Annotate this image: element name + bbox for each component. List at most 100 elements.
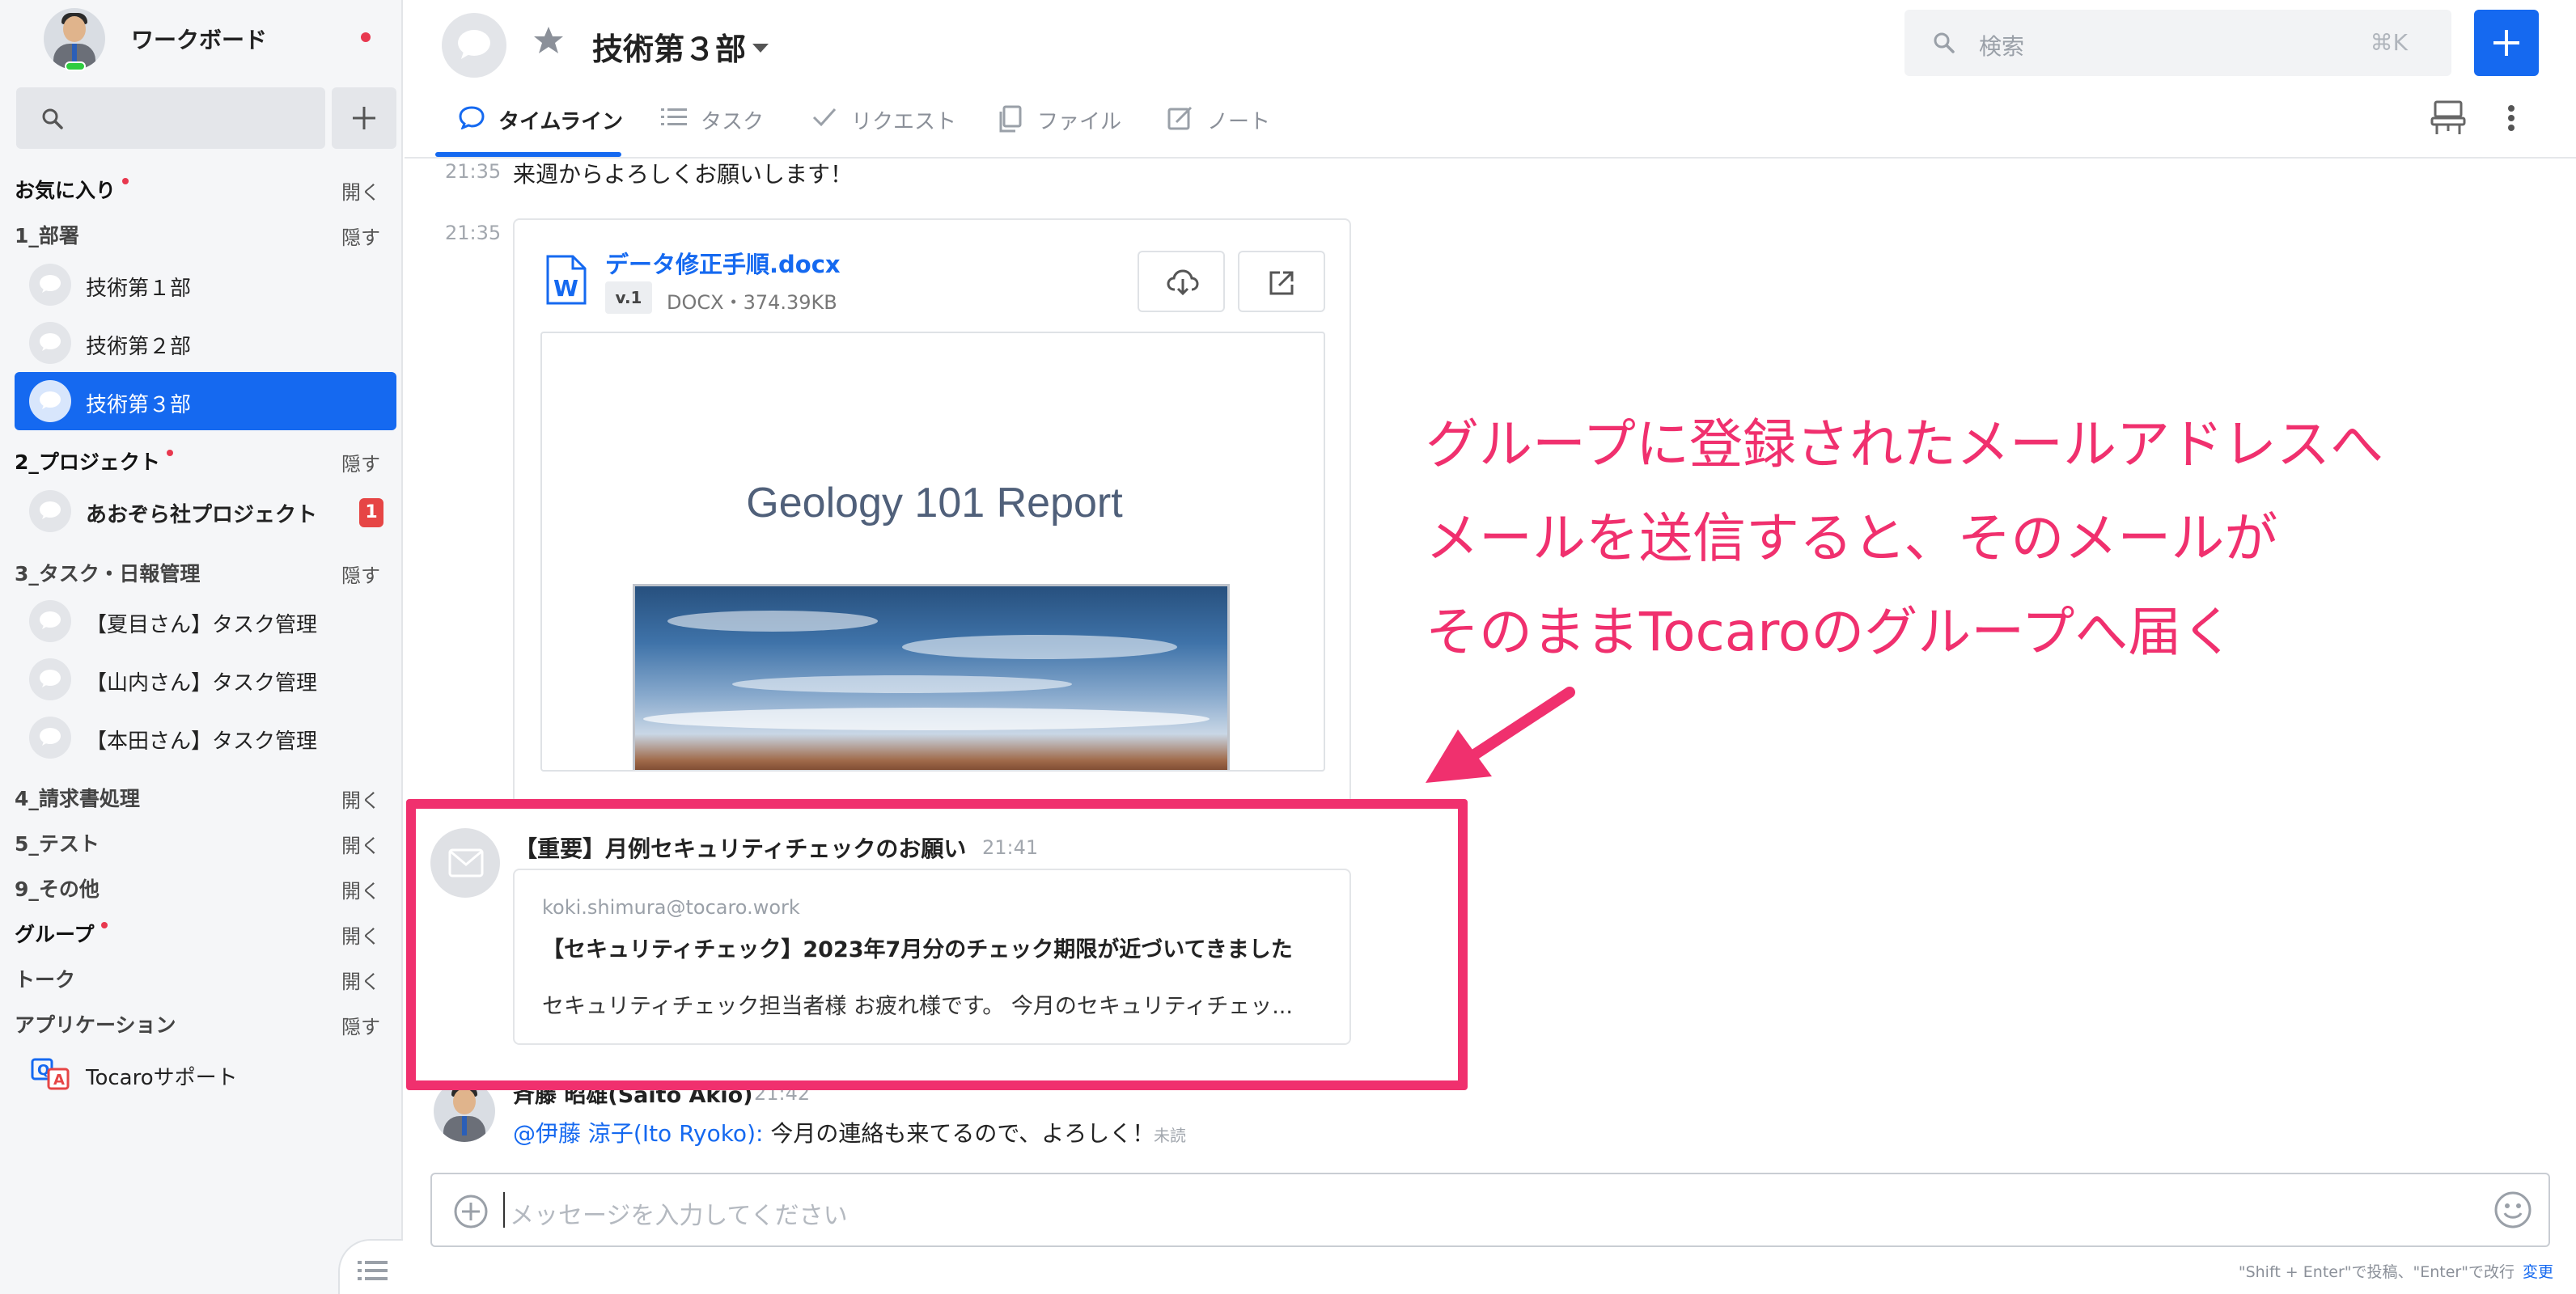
more-vertical-icon[interactable] (2503, 99, 2519, 137)
attach-plus-icon[interactable] (453, 1194, 489, 1229)
document-preview[interactable]: Geology 101 Report (540, 332, 1325, 772)
search-placeholder: 検索 (1979, 33, 2025, 60)
text-cursor (503, 1192, 505, 1228)
search-icon (42, 108, 63, 129)
annotation-line-3: そのままTocaroのグループへ届く (1426, 601, 2235, 663)
star-icon[interactable] (532, 24, 565, 57)
speech-bubble-icon (459, 106, 485, 129)
composer-hint: "Shift + Enter"で投稿、"Enter"で改行 変更 (2239, 1260, 2553, 1282)
section-dept[interactable]: 1_部署 隠す (0, 212, 403, 252)
annotation-arrow-icon (1426, 687, 1575, 783)
section-toggle[interactable]: 開く (341, 176, 380, 205)
new-post-button[interactable] (2474, 10, 2539, 76)
section-title: 9_その他 (15, 877, 100, 901)
edit-note-icon (1167, 106, 1193, 130)
section-toggle[interactable]: 開く (341, 966, 380, 994)
sidebar-item-label: 技術第３部 (86, 393, 192, 417)
section-talk[interactable]: トーク 開く (0, 956, 403, 996)
shortcut-hint: "Shift + Enter"で投稿、"Enter"で改行 (2238, 1263, 2515, 1281)
file-attachment-card[interactable]: W データ修正手順.docx v.1 DOCX・374.39KB Geology… (513, 218, 1351, 807)
section-toggle[interactable]: 隠す (341, 1011, 380, 1039)
sidebar-item-honda[interactable]: 【本田さん】タスク管理 (15, 708, 396, 767)
tab-timeline[interactable]: タイムライン (458, 100, 636, 157)
change-shortcut-link[interactable]: 変更 (2523, 1263, 2553, 1281)
unread-badge: 1 (359, 498, 383, 527)
room-header: 技術第３部 検索 ⌘K タイムライン タスク リクエスト ファイル ノート (405, 0, 2576, 159)
chat-bubble-icon (29, 264, 71, 306)
section-title: 3_タスク・日報管理 (15, 562, 201, 586)
tab-requests[interactable]: リクエスト (811, 100, 972, 157)
mention-link[interactable]: @伊藤 涼子(Ito Ryoko): (513, 1120, 763, 1147)
copy-file-icon (999, 105, 1022, 133)
file-name-link[interactable]: データ修正手順.docx (605, 246, 841, 280)
section-toggle[interactable]: 開く (341, 830, 380, 858)
section-title: トーク (15, 968, 76, 992)
section-toggle[interactable]: 開く (341, 920, 380, 949)
section-other[interactable]: 9_その他 開く (0, 865, 403, 906)
message-time: 21:35 (445, 160, 502, 183)
download-button[interactable] (1138, 251, 1225, 312)
section-title: 2_プロジェクト (15, 450, 160, 474)
section-toggle[interactable]: 隠す (341, 560, 380, 588)
section-title: お気に入り (15, 179, 117, 202)
room-avatar[interactable] (442, 13, 506, 78)
global-search-input[interactable]: 検索 ⌘K (1904, 10, 2451, 76)
tab-files[interactable]: ファイル (997, 100, 1142, 157)
plus-icon (2493, 30, 2519, 56)
section-toggle[interactable]: 隠す (341, 448, 380, 476)
open-external-button[interactable] (1238, 251, 1325, 312)
sidebar-item-tech3[interactable]: 技術第３部 (15, 372, 396, 430)
qa-icon: QA (31, 1058, 70, 1090)
message-text: @伊藤 涼子(Ito Ryoko): 今月の連絡も来てるので、よろしく！ (513, 1116, 1155, 1148)
avatar[interactable] (44, 8, 105, 70)
page-title[interactable]: 技術第３部 (592, 24, 746, 69)
sidebar-item-support[interactable]: QA Tocaroサポート (15, 1045, 396, 1103)
section-favorites[interactable]: お気に入り 開く (0, 167, 403, 207)
sidebar-menu-button[interactable] (338, 1239, 403, 1294)
section-apps[interactable]: アプリケーション 隠す (0, 1001, 403, 1042)
tab-label: タイムライン (498, 110, 624, 134)
chevron-down-icon[interactable] (751, 42, 770, 53)
section-project[interactable]: 2_プロジェクト 隠す (0, 438, 403, 479)
message-input[interactable]: メッセージを入力してください (430, 1173, 2550, 1247)
file-meta: DOCX・374.39KB (667, 291, 837, 314)
tab-tasks[interactable]: タスク (660, 100, 782, 157)
section-test[interactable]: 5_テスト 開く (0, 820, 403, 861)
sidebar-item-tech1[interactable]: 技術第１部 (15, 256, 396, 314)
chat-bubble-icon (458, 30, 490, 59)
sidebar-item-yamauchi[interactable]: 【山内さん】タスク管理 (15, 650, 396, 708)
sidebar-item-aozora[interactable]: あおぞら社プロジェクト 1 (15, 482, 396, 540)
app-window: ワークボード お気に入り 開く 1_部署 隠す 技術第１部 技術第２部 技術第３… (0, 0, 2576, 1294)
chat-bubble-icon (29, 322, 71, 364)
workspace-name[interactable]: ワークボード (131, 23, 267, 55)
emoji-icon[interactable] (2493, 1190, 2532, 1229)
tab-label: ファイル (1037, 110, 1122, 134)
tab-label: タスク (701, 110, 765, 134)
section-title: 4_請求書処理 (15, 787, 140, 810)
sidebar-item-label: 【本田さん】タスク管理 (86, 729, 318, 754)
sidebar: ワークボード お気に入り 開く 1_部署 隠す 技術第１部 技術第２部 技術第３… (0, 0, 403, 1294)
version-badge: v.1 (605, 281, 652, 314)
tab-notes[interactable]: ノート (1167, 100, 1296, 157)
section-task[interactable]: 3_タスク・日報管理 隠す (0, 550, 403, 590)
sidebar-item-tech2[interactable]: 技術第２部 (15, 314, 396, 372)
sidebar-search-input[interactable] (16, 87, 325, 149)
read-status: 未読 (1154, 1126, 1186, 1145)
unread-dot-icon (166, 450, 173, 456)
message-body: 今月の連絡も来てるので、よろしく！ (763, 1120, 1155, 1147)
section-toggle[interactable]: 開く (341, 875, 380, 903)
sidebar-item-label: 【山内さん】タスク管理 (86, 671, 318, 696)
workspace-header[interactable]: ワークボード (0, 0, 403, 78)
notification-dot-icon (361, 32, 371, 42)
section-toggle[interactable]: 開く (341, 784, 380, 813)
section-invoice[interactable]: 4_請求書処理 開く (0, 775, 403, 815)
sidebar-item-label: Tocaroサポート (86, 1066, 238, 1090)
add-channel-button[interactable] (332, 87, 396, 149)
unread-dot-icon (100, 922, 108, 928)
section-group[interactable]: グループ 開く (0, 911, 403, 951)
meeting-room-icon[interactable] (2429, 99, 2468, 137)
section-toggle[interactable]: 隠す (341, 222, 380, 250)
tab-label: リクエスト (851, 110, 957, 134)
word-document-icon: W (546, 255, 587, 305)
sidebar-item-natsume[interactable]: 【夏目さん】タスク管理 (15, 592, 396, 650)
